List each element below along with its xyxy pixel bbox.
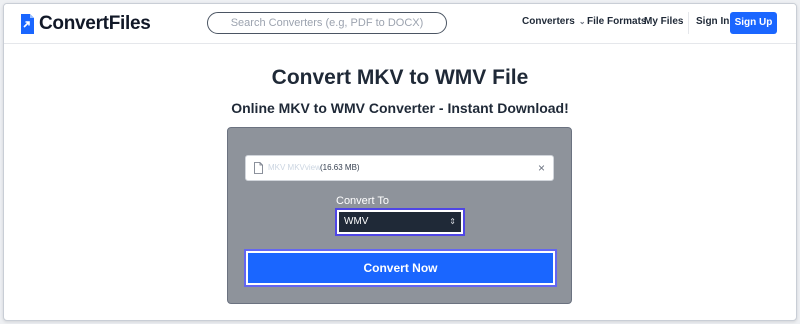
file-icon [254,162,263,174]
nav-my-files[interactable]: My Files [644,16,683,27]
converter-panel: MKV MKVview (16.63 MB) × Convert To WMV … [227,127,572,304]
file-name: MKV MKVview [268,163,321,172]
convert-to-label: Convert To [336,195,389,207]
nav-file-formats[interactable]: File Formats [587,16,646,27]
logo[interactable]: ConvertFiles [19,13,151,35]
top-navbar: ConvertFiles Converters⌄ File Formats My… [4,4,796,44]
sign-in-link[interactable]: Sign In [696,16,729,27]
page-title: Convert MKV to WMV File [271,66,529,89]
nav-converters-label: Converters [522,16,575,27]
file-size: (16.63 MB) [320,163,360,172]
chevron-down-icon: ⌄ [578,17,586,26]
updown-arrows-icon: ⇕ [449,217,456,226]
format-select[interactable]: WMV ⇕ [337,210,463,234]
page-subtitle: Online MKV to WMV Converter - Instant Do… [231,100,569,116]
search-input[interactable] [207,12,447,34]
nav-converters[interactable]: Converters ⌄ [522,16,586,27]
sign-up-button[interactable]: Sign Up [730,12,777,34]
convertfiles-logo-icon [21,14,34,34]
format-select-value: WMV [344,216,369,227]
convert-now-button[interactable]: Convert Now [246,251,555,285]
brand-name: ConvertFiles [39,13,151,34]
close-icon[interactable]: × [538,161,545,175]
uploaded-file-row: MKV MKVview (16.63 MB) × [245,155,554,181]
browser-frame: ConvertFiles Converters⌄ File Formats My… [3,3,797,321]
nav-divider [688,12,689,34]
